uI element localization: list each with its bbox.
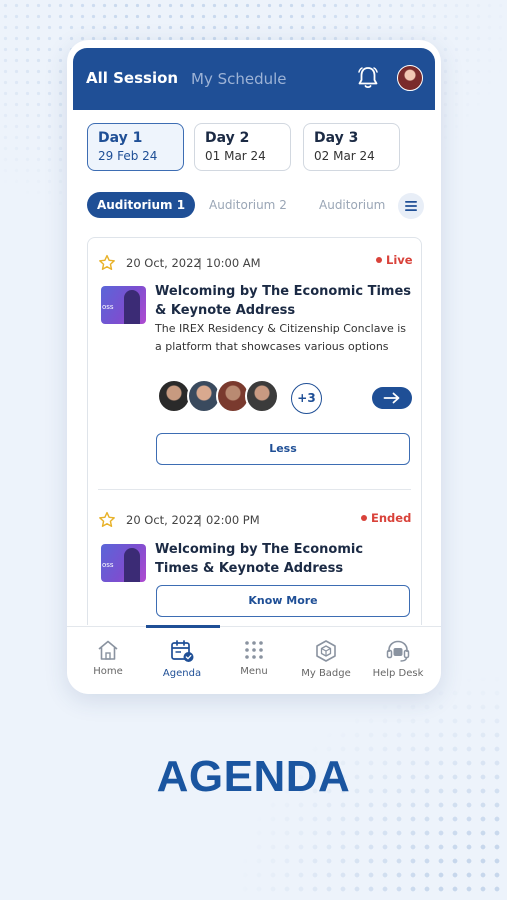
tab-all-session[interactable]: All Session <box>86 69 178 87</box>
description-line: The IREX Residency & Citizenship Conclav… <box>155 322 407 335</box>
session-title-line: & Keynote Address <box>155 303 296 318</box>
meta-separator: | <box>198 256 202 270</box>
star-icon[interactable] <box>98 254 116 272</box>
session-date: 20 Oct, 2022 <box>126 256 201 270</box>
session-date: 20 Oct, 2022 <box>126 513 201 527</box>
calendar-icon <box>171 640 194 662</box>
day-label: Day 3 <box>314 130 359 146</box>
day-date: 02 Mar 24 <box>314 149 375 163</box>
nav-label: Help Desk <box>372 668 424 679</box>
status-badge: Ended <box>361 511 411 525</box>
speaker-avatar[interactable] <box>245 379 279 413</box>
session-thumbnail: oss <box>101 286 146 324</box>
app-header: All Session My Schedule <box>73 48 435 110</box>
session-title-line: Times & Keynote Address <box>155 561 344 576</box>
thumbnail-figure <box>124 290 140 324</box>
auditorium-tab-2[interactable]: Auditorium 2 <box>209 198 287 212</box>
nav-label: My Badge <box>301 668 351 679</box>
badge-icon <box>316 640 336 662</box>
status-dot <box>376 257 382 263</box>
nav-label: Agenda <box>162 668 202 679</box>
day-label: Day 2 <box>205 130 250 146</box>
day-tab-1[interactable]: Day 1 29 Feb 24 <box>87 123 184 171</box>
bell-icon[interactable] <box>356 65 380 91</box>
auditorium-tab-3[interactable]: Auditorium <box>319 198 393 212</box>
nav-label: Home <box>93 666 123 677</box>
auditorium-tab-1[interactable]: Auditorium 1 <box>87 192 195 218</box>
session-description: The IREX Residency & Citizenship Conclav… <box>155 320 406 356</box>
nav-agenda[interactable]: Agenda <box>145 639 219 679</box>
tab-my-schedule[interactable]: My Schedule <box>191 70 287 88</box>
nav-label: Menu <box>240 666 268 677</box>
session-thumbnail: oss <box>101 544 146 582</box>
session-time: 10:00 AM <box>206 256 261 270</box>
session-title[interactable]: Welcoming by The Economic Times & Keynot… <box>155 540 363 578</box>
session-title-line: Welcoming by The Economic Times <box>155 284 412 299</box>
phone-screen: All Session My Schedule Day 1 29 Feb 24 … <box>67 40 441 694</box>
status-text: Live <box>386 253 413 267</box>
bottom-navigation: Home Agenda Menu My Badge Help Desk <box>67 625 441 694</box>
day-label: Day 1 <box>98 130 143 146</box>
active-tab-indicator <box>146 625 220 628</box>
filter-list-button[interactable] <box>398 193 424 219</box>
home-icon <box>98 640 118 660</box>
list-icon <box>405 201 417 211</box>
status-badge: Live <box>376 253 413 267</box>
nav-home[interactable]: Home <box>71 639 145 677</box>
speaker-avatar[interactable] <box>157 379 191 413</box>
thumbnail-text: oss <box>102 303 114 311</box>
agenda-headline: AGENDA <box>156 752 351 801</box>
session-time: 02:00 PM <box>206 513 260 527</box>
nav-help-desk[interactable]: Help Desk <box>361 639 435 679</box>
know-more-button[interactable]: Know More <box>156 585 410 617</box>
headset-icon <box>386 640 410 662</box>
description-line: a platform that showcases various option… <box>155 340 389 353</box>
grid-icon <box>245 641 263 659</box>
arrow-right-icon <box>383 392 400 404</box>
nav-my-badge[interactable]: My Badge <box>289 639 363 679</box>
more-speakers-badge[interactable]: +3 <box>291 383 322 414</box>
meta-separator: | <box>198 513 202 527</box>
less-button[interactable]: Less <box>156 433 410 465</box>
session-divider <box>98 489 411 490</box>
star-icon[interactable] <box>98 511 116 529</box>
day-tab-3[interactable]: Day 3 02 Mar 24 <box>303 123 400 171</box>
thumbnail-figure <box>124 548 140 582</box>
session-list: 20 Oct, 2022 | 10:00 AM Live oss Welcomi… <box>87 237 422 625</box>
thumbnail-text: oss <box>102 561 114 569</box>
nav-menu[interactable]: Menu <box>217 639 291 677</box>
status-text: Ended <box>371 511 412 525</box>
session-title[interactable]: Welcoming by The Economic Times & Keynot… <box>155 282 411 320</box>
status-dot <box>361 515 367 521</box>
session-title-line: Welcoming by The Economic <box>155 542 364 557</box>
session-detail-button[interactable] <box>372 387 412 409</box>
day-date: 01 Mar 24 <box>205 149 266 163</box>
user-avatar[interactable] <box>397 65 423 91</box>
day-date: 29 Feb 24 <box>98 149 158 163</box>
day-tab-2[interactable]: Day 2 01 Mar 24 <box>194 123 291 171</box>
